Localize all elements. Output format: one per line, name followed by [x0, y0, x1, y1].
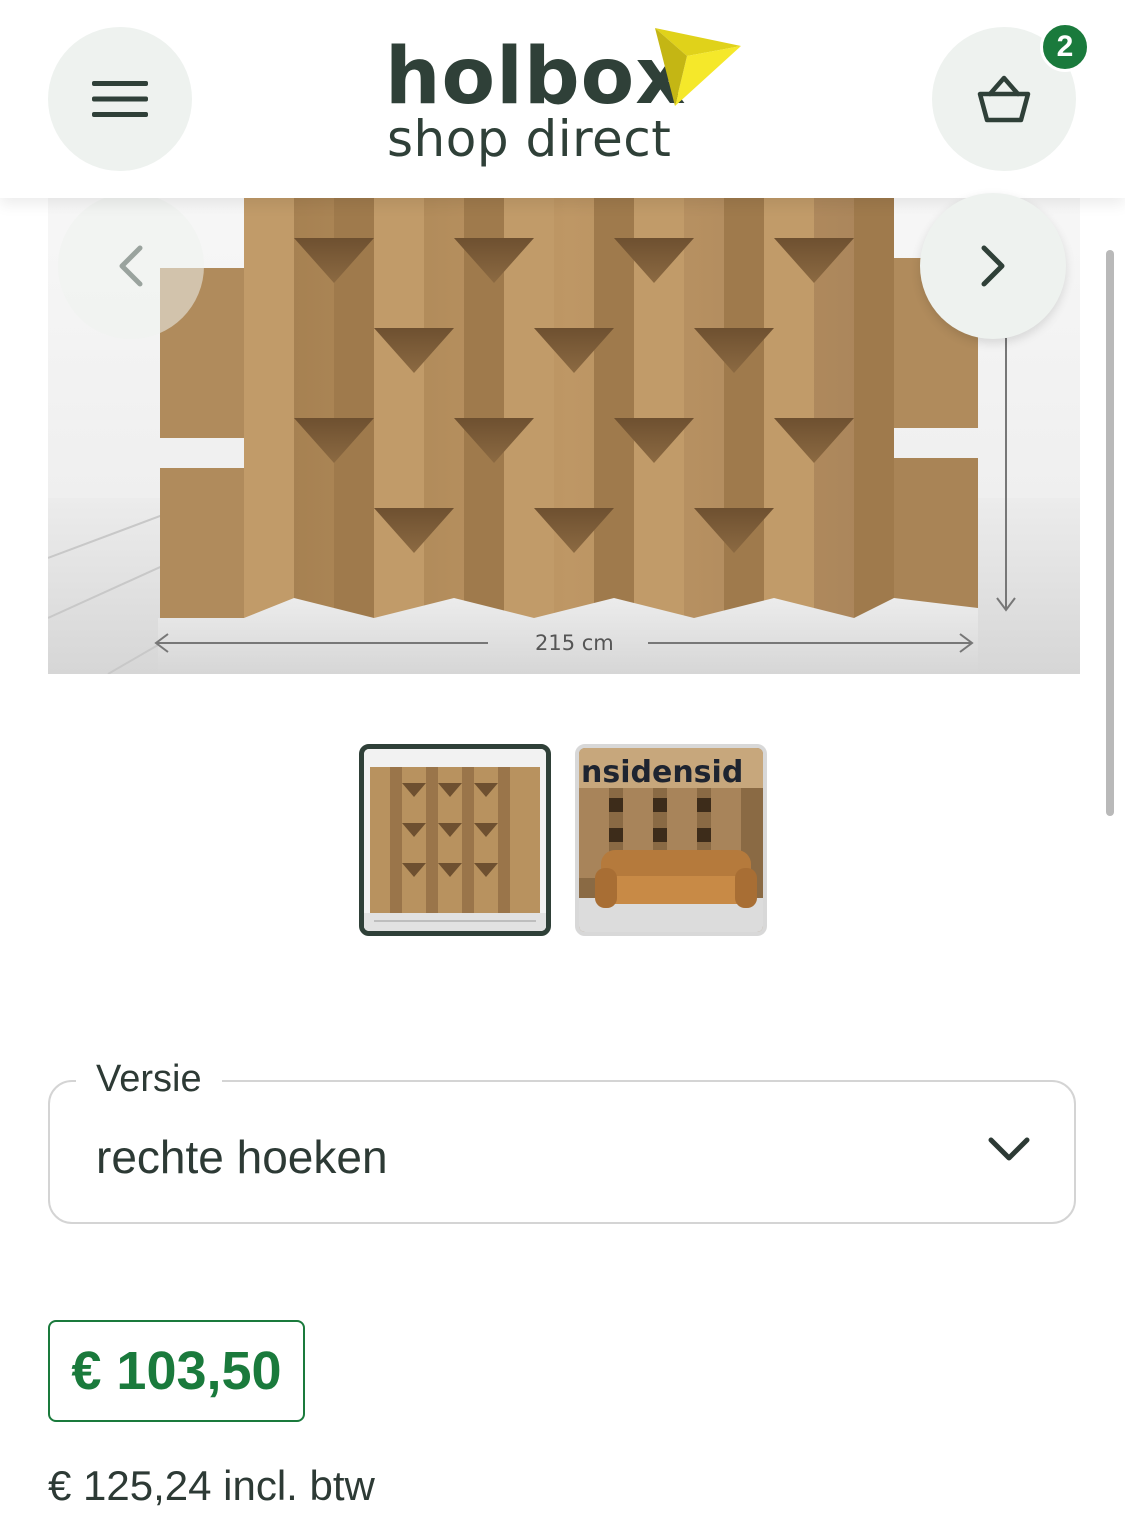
- thumbnail-2[interactable]: nsidensid: [575, 744, 767, 936]
- chevron-right-icon: [981, 245, 1005, 287]
- thumbnail-image-wall-with-sofa: nsidensid: [579, 748, 763, 932]
- hamburger-menu-icon: [92, 81, 148, 117]
- page-scrollbar[interactable]: [1106, 250, 1114, 816]
- site-header: holbox shop direct 2: [0, 0, 1125, 198]
- basket-icon: [977, 75, 1031, 123]
- gallery-next-button[interactable]: [920, 193, 1066, 339]
- thumbnail-image-cardboard-wall: [364, 749, 546, 931]
- variant-select-label: Versie: [76, 1058, 222, 1101]
- price-excl-vat: € 103,50: [71, 1341, 282, 1401]
- holbox-logo[interactable]: holbox shop direct: [385, 26, 745, 176]
- variant-selected-value[interactable]: rechte hoeken: [96, 1130, 388, 1184]
- menu-button[interactable]: [48, 27, 192, 171]
- chevron-left-icon: [119, 245, 143, 287]
- dimension-label: 215 cm: [535, 631, 614, 655]
- logo-tagline: shop direct: [387, 110, 672, 168]
- paper-plane-icon: [655, 28, 741, 106]
- price-box: € 103,50: [48, 1320, 305, 1422]
- cart-count-badge: 2: [1040, 22, 1090, 72]
- thumbnail-1-selected[interactable]: [359, 744, 551, 936]
- thumbnail-sign-text: nsidensid: [581, 755, 743, 790]
- chevron-down-icon[interactable]: [986, 1134, 1032, 1164]
- price-incl-vat: € 125,24 incl. btw: [48, 1462, 375, 1509]
- gallery-prev-button[interactable]: [58, 198, 204, 339]
- logo-wordmark: holbox: [385, 32, 687, 122]
